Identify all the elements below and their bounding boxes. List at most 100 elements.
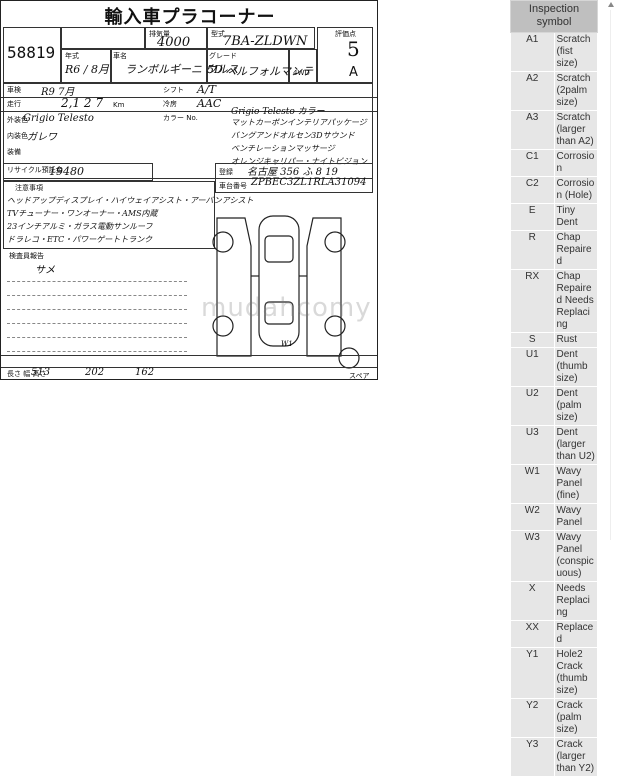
symbol-description: Scratch (fist size) bbox=[553, 32, 598, 72]
sales-point: バングアンドオルセン3Dサウンド bbox=[231, 131, 355, 140]
table-row: U3 Dent (larger than U2) bbox=[510, 425, 598, 465]
symbol-code: Y1 bbox=[510, 647, 555, 699]
symbol-code: U3 bbox=[510, 425, 555, 465]
height-value: 162 bbox=[135, 367, 155, 378]
table-row: S Rust bbox=[510, 332, 598, 348]
notes-line: ヘッドアップディスプレイ・ハイウェイアシスト・アーバンアシスト bbox=[7, 196, 254, 205]
chassis-label: 車台番号 bbox=[219, 182, 247, 190]
chassis-value: ZPBEC3ZL1RLA31094 bbox=[251, 177, 367, 188]
model-code-value: 7BA-ZLDWN bbox=[223, 34, 308, 49]
symbol-code: C2 bbox=[510, 176, 555, 204]
auction-sheet-image: 輸入車プラコーナー 58819 排気量 4000 型式 7BA-ZLDWN 評価… bbox=[0, 0, 378, 380]
symbol-description: Rust bbox=[553, 332, 598, 348]
symbol-code: U2 bbox=[510, 386, 555, 426]
notes-line: ドラレコ・ETC・パワーゲートトランク bbox=[7, 235, 153, 244]
mileage-unit: Km bbox=[113, 101, 125, 109]
color-change-label: カラー No. bbox=[163, 114, 198, 122]
table-body: A1 Scratch (fist size) A2 Scratch (2palm si… bbox=[510, 32, 598, 777]
table-row: E Tiny Dent bbox=[510, 203, 598, 231]
divider bbox=[1, 367, 377, 368]
table-row: XX Replaced bbox=[510, 620, 598, 648]
symbol-description: Corrosion bbox=[553, 149, 598, 177]
table-row: X Needs Replacing bbox=[510, 581, 598, 621]
symbol-description: Chap Repaired bbox=[553, 230, 598, 270]
grade-label: グレード bbox=[209, 52, 237, 60]
symbol-description: Needs Replacing bbox=[553, 581, 598, 621]
symbol-description: Corrosion (Hole) bbox=[553, 176, 598, 204]
symbol-description: Wavy Panel (conspicuous) bbox=[553, 530, 598, 582]
interior-value: ガレワ bbox=[27, 132, 57, 143]
year-label: 年式 bbox=[65, 52, 79, 60]
symbol-description: Dent (larger than U2) bbox=[553, 425, 598, 465]
inspector-notes: サメ bbox=[35, 265, 55, 276]
table-row: Y3 Crack (larger than Y2) bbox=[510, 737, 598, 777]
table-row: A3 Scratch (larger than A2) bbox=[510, 110, 598, 150]
symbol-code: A2 bbox=[510, 71, 555, 111]
interior-grade: A bbox=[349, 65, 358, 80]
table-row: RX Chap Repaired Needs Replacing bbox=[510, 269, 598, 333]
spare-label: スペア bbox=[349, 372, 370, 380]
equipment-label: 装備 bbox=[7, 148, 21, 156]
year-value: R6 / 8月 bbox=[65, 63, 109, 76]
table-row: C2 Corrosion (Hole) bbox=[510, 176, 598, 204]
symbol-code: W1 bbox=[510, 464, 555, 504]
notes-line: 23インチアルミ・ガラス電動サンルーフ bbox=[7, 222, 153, 231]
symbol-code: W3 bbox=[510, 530, 555, 582]
table-row: U1 Dent (thumb size) bbox=[510, 347, 598, 387]
report-line bbox=[7, 309, 187, 310]
sales-point: ベンチレーションマッサージ bbox=[231, 144, 335, 153]
notes-label: 注意事項 bbox=[15, 184, 43, 192]
symbol-description: Wavy Panel bbox=[553, 503, 598, 531]
mileage-label: 走行 bbox=[7, 100, 21, 108]
report-line bbox=[7, 351, 187, 352]
vehicle-type-box bbox=[61, 27, 145, 49]
model-name-label: 車名 bbox=[113, 52, 127, 60]
table-row: A2 Scratch (2palm size) bbox=[510, 71, 598, 111]
evaluation-score: 5 bbox=[347, 37, 360, 61]
sheet-title: 輸入車プラコーナー bbox=[104, 7, 276, 28]
inspection-symbol-table: Inspection symbol A1 Scratch (fist size) A… bbox=[510, 0, 598, 777]
registration-value: 名古屋 356 ふ 8 19 bbox=[247, 167, 338, 178]
symbol-code: A1 bbox=[510, 32, 555, 72]
notes-line: TVチューナー・ワンオーナー・AMS内蔵 bbox=[7, 209, 158, 218]
drive-box bbox=[289, 49, 317, 83]
table-row: W3 Wavy Panel (conspicuous) bbox=[510, 530, 598, 582]
symbol-code: A3 bbox=[510, 110, 555, 150]
symbol-description: Tiny Dent bbox=[553, 203, 598, 231]
table-row: C1 Corrosion bbox=[510, 149, 598, 177]
color-value: Grigio Telesto bbox=[23, 113, 94, 124]
shift-value: A/T bbox=[197, 83, 216, 96]
symbol-description: Crack (palm size) bbox=[553, 698, 598, 738]
inspection-label: 車検 bbox=[7, 86, 21, 94]
symbol-code: U1 bbox=[510, 347, 555, 387]
symbol-code: W2 bbox=[510, 503, 555, 531]
sales-point: マットカーボンインテリアパッケージ bbox=[231, 118, 367, 127]
drive-value: 4WD bbox=[293, 69, 310, 77]
symbol-code: Y2 bbox=[510, 698, 555, 738]
interior-label: 内装色 bbox=[7, 132, 28, 140]
sales-point: Grigio Telesto カラー bbox=[231, 107, 325, 117]
displacement-value: 4000 bbox=[157, 35, 191, 50]
symbol-description: Wavy Panel (fine) bbox=[553, 464, 598, 504]
symbol-code: C1 bbox=[510, 149, 555, 177]
table-row: Y2 Crack (palm size) bbox=[510, 698, 598, 738]
symbol-description: Crack (larger than Y2) bbox=[553, 737, 598, 777]
shift-label: シフト bbox=[163, 86, 184, 94]
table-row: A1 Scratch (fist size) bbox=[510, 32, 598, 72]
ac-label: 冷房 bbox=[163, 100, 177, 108]
table-row: Y1 Hole2 Crack (thumb size) bbox=[510, 647, 598, 699]
symbol-description: Scratch (2palm size) bbox=[553, 71, 598, 111]
ac-value: AAC bbox=[197, 97, 222, 110]
inspector-report-label: 検査員報告 bbox=[9, 252, 44, 260]
symbol-code: Y3 bbox=[510, 737, 555, 777]
recycle-value: 19480 bbox=[49, 165, 84, 178]
watermark: mudahcomy bbox=[201, 293, 372, 323]
symbol-code: XX bbox=[510, 620, 555, 648]
scrollbar[interactable] bbox=[610, 10, 611, 540]
report-line bbox=[7, 295, 187, 296]
divider bbox=[1, 355, 377, 356]
lot-number: 58819 bbox=[7, 43, 56, 62]
report-line bbox=[7, 281, 187, 282]
scroll-up-icon[interactable] bbox=[608, 2, 614, 7]
mileage-value: 2,1 2 7 bbox=[61, 96, 103, 110]
